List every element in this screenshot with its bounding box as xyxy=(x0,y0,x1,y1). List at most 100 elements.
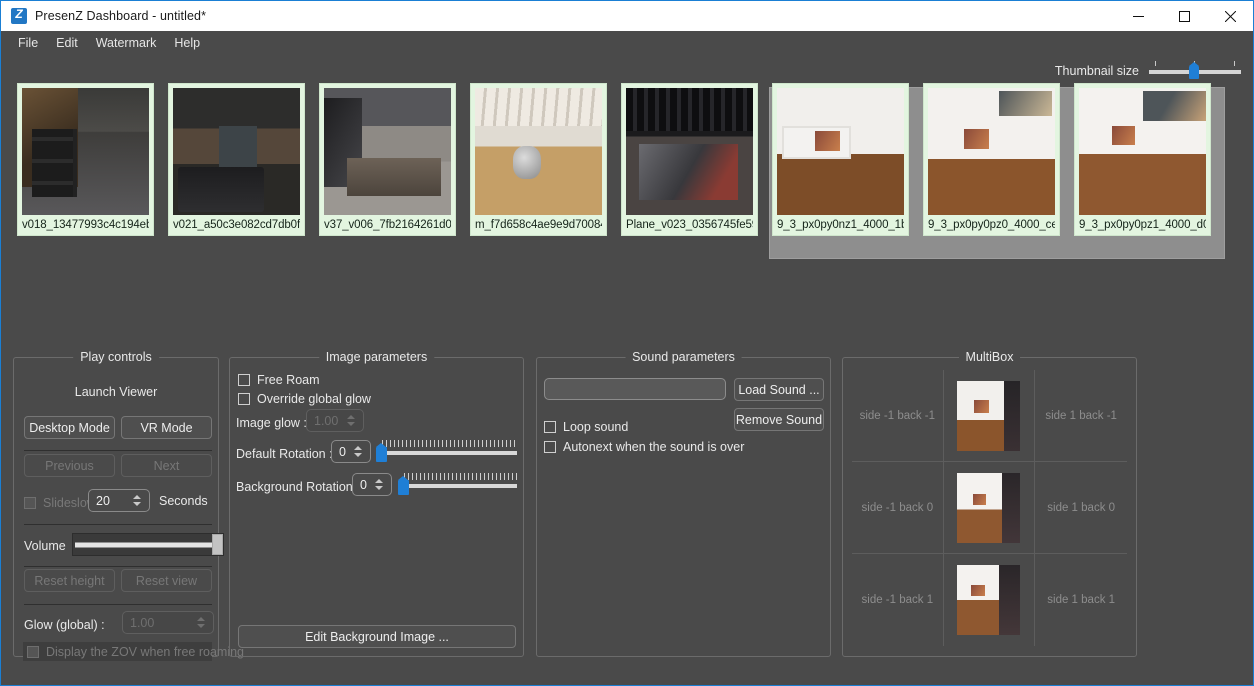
background-rotation-slider[interactable] xyxy=(398,473,517,499)
thumbnail-strip[interactable]: demo version v018_13477993c4c194eb2751 v… xyxy=(1,83,1253,265)
spinner-arrows-icon[interactable] xyxy=(350,446,370,457)
thumbnail-item-selected[interactable]: 9_3_px0py0pz0_4000_cee6ffa xyxy=(923,83,1060,236)
thumbnail-caption: 9_3_px0py0pz0_4000_cee6ffa xyxy=(928,219,1055,231)
load-sound-button[interactable]: Load Sound ... xyxy=(734,378,824,401)
sound-parameters-panel: Sound parameters Load Sound ... Remove S… xyxy=(536,350,831,657)
seconds-label: Seconds xyxy=(159,494,208,508)
thumbnail-item[interactable]: v37_v006_7fb2164261d056418 xyxy=(319,83,456,236)
display-zov-label: Display the ZOV when free roaming xyxy=(46,645,245,659)
multibox-thumbnail[interactable] xyxy=(957,565,1021,635)
next-button[interactable]: Next xyxy=(121,454,212,477)
thumbnail-item[interactable]: v018_13477993c4c194eb2751 xyxy=(17,83,154,236)
multibox-grid: side -1 back -1 side 1 back -1 side -1 b… xyxy=(852,370,1127,646)
glow-global-value: 1.00 xyxy=(130,615,155,630)
menu-help[interactable]: Help xyxy=(165,33,209,54)
autonext-checkbox[interactable]: Autonext when the sound is over xyxy=(544,440,744,454)
maximize-icon[interactable] xyxy=(1161,1,1207,31)
checkbox-box xyxy=(544,441,556,453)
volume-slider[interactable] xyxy=(72,533,224,556)
background-rotation-label: Background Rotation : xyxy=(236,480,360,494)
multibox-cell[interactable]: side 1 back 0 xyxy=(1035,462,1127,554)
multibox-cell[interactable] xyxy=(943,462,1036,554)
slider-handle[interactable] xyxy=(398,476,409,495)
slider-tick xyxy=(1155,61,1156,66)
thumbnail-image xyxy=(324,88,451,215)
thumbnail-caption: 9_3_px0py0pz1_4000_d0faf0f xyxy=(1079,219,1206,231)
reset-height-button[interactable]: Reset height xyxy=(24,569,115,592)
menu-edit[interactable]: Edit xyxy=(47,33,87,54)
launch-viewer-label: Launch Viewer xyxy=(74,385,158,399)
presenz-dashboard-window: PresenZ Dashboard - untitled* File Edit … xyxy=(0,0,1254,686)
multibox-cell[interactable]: side 1 back -1 xyxy=(1035,370,1127,462)
previous-button[interactable]: Previous xyxy=(24,454,115,477)
edit-background-image-button[interactable]: Edit Background Image ... xyxy=(238,625,516,648)
vr-mode-button[interactable]: VR Mode xyxy=(121,416,212,439)
thumbnail-image xyxy=(626,88,753,215)
thumbnail-caption: v37_v006_7fb2164261d056418 xyxy=(324,219,451,231)
spinner-arrows-icon[interactable] xyxy=(193,617,213,628)
window-controls xyxy=(1115,1,1253,31)
override-global-glow-checkbox[interactable]: Override global glow xyxy=(238,392,371,406)
slider-tick xyxy=(1234,61,1235,66)
close-icon[interactable] xyxy=(1207,1,1253,31)
thumbnail-image xyxy=(1079,88,1206,215)
multibox-cell[interactable]: side 1 back 1 xyxy=(1035,554,1127,646)
multibox-cell[interactable]: side -1 back 1 xyxy=(852,554,944,646)
loop-sound-checkbox[interactable]: Loop sound xyxy=(544,420,628,434)
title-bar: PresenZ Dashboard - untitled* xyxy=(1,1,1253,31)
spinner-arrows-icon[interactable] xyxy=(343,415,363,426)
seconds-value: 20 xyxy=(96,493,110,508)
thumbnail-item[interactable]: Plane_v023_0356745fe592d338 xyxy=(621,83,758,236)
thumbnail-caption: 9_3_px0py0nz1_4000_1bd6de xyxy=(777,219,904,231)
free-roam-checkbox[interactable]: Free Roam xyxy=(238,373,320,387)
thumbnail-size-slider[interactable] xyxy=(1149,61,1241,81)
slider-ticks xyxy=(382,440,517,447)
reset-view-button[interactable]: Reset view xyxy=(121,569,212,592)
thumbnail-item[interactable]: m_f7d658c4ae9e9d7008490ec xyxy=(470,83,607,236)
checkbox-box xyxy=(544,421,556,433)
checkbox-box xyxy=(27,646,39,658)
thumbnail-image xyxy=(475,88,602,215)
remove-sound-button[interactable]: Remove Sound xyxy=(734,408,824,431)
desktop-mode-button[interactable]: Desktop Mode xyxy=(24,416,115,439)
default-rotation-slider[interactable] xyxy=(376,440,517,466)
seconds-spinbox[interactable]: 20 xyxy=(88,489,150,512)
thumbnail-item[interactable]: v021_a50c3e082cd7db0f9458 xyxy=(168,83,305,236)
multibox-panel: MultiBox side -1 back -1 side 1 back -1 … xyxy=(842,350,1137,657)
menu-file[interactable]: File xyxy=(9,33,47,54)
thumbnail-item-selected[interactable]: 9_3_px0py0nz1_4000_1bd6de xyxy=(772,83,909,236)
multibox-cell[interactable] xyxy=(944,554,1036,646)
thumbnail-list: v018_13477993c4c194eb2751 v021_a50c3e082… xyxy=(1,83,1253,265)
image-glow-spinbox[interactable]: 1.00 xyxy=(306,409,364,432)
menu-watermark[interactable]: Watermark xyxy=(87,33,166,54)
display-zov-checkbox[interactable]: Display the ZOV when free roaming xyxy=(27,645,244,659)
multibox-thumbnail[interactable] xyxy=(957,472,1021,543)
spinner-arrows-icon[interactable] xyxy=(371,479,391,490)
spinner-arrows-icon[interactable] xyxy=(129,495,149,506)
thumbnail-item-selected[interactable]: 9_3_px0py0pz1_4000_d0faf0f xyxy=(1074,83,1211,236)
slider-handle[interactable] xyxy=(1189,62,1199,79)
glow-global-spinbox[interactable]: 1.00 xyxy=(122,611,214,634)
play-controls-title: Play controls xyxy=(73,350,159,364)
multibox-cell[interactable]: side -1 back 0 xyxy=(852,462,944,554)
multibox-cell-label: side -1 back -1 xyxy=(859,409,936,422)
thumbnail-size-label: Thumbnail size xyxy=(1054,64,1139,78)
multibox-cell[interactable]: side -1 back -1 xyxy=(852,370,944,462)
multibox-thumbnail[interactable] xyxy=(957,380,1021,451)
slider-handle[interactable] xyxy=(212,534,223,555)
default-rotation-spinbox[interactable]: 0 xyxy=(331,440,371,463)
slideshow-checkbox[interactable]: Slideslow xyxy=(24,496,96,510)
sound-path-input[interactable] xyxy=(544,378,726,400)
autonext-label: Autonext when the sound is over xyxy=(563,440,745,454)
thumbnail-caption: m_f7d658c4ae9e9d7008490ec xyxy=(475,219,602,231)
minimize-icon[interactable] xyxy=(1115,1,1161,31)
background-rotation-spinbox[interactable]: 0 xyxy=(352,473,392,496)
slider-handle[interactable] xyxy=(376,443,387,462)
thumbnail-size-control: Thumbnail size xyxy=(1055,61,1241,81)
image-glow-value: 1.00 xyxy=(314,413,339,428)
multibox-cell-label: side 1 back 0 xyxy=(1047,501,1116,514)
multibox-cell[interactable] xyxy=(943,370,1036,462)
presenz-logo-icon xyxy=(11,7,27,24)
image-parameters-title: Image parameters xyxy=(318,350,435,364)
slider-ticks xyxy=(404,473,517,480)
